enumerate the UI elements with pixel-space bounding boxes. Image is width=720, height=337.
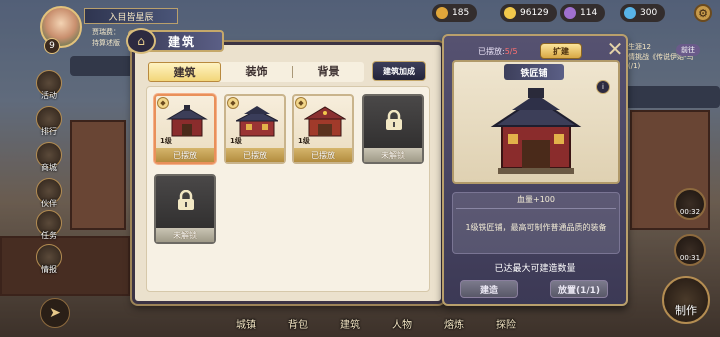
nav-character[interactable]: 人物	[382, 304, 422, 334]
building-bonus-button[interactable]: 建筑加成	[372, 61, 426, 81]
resource-value: 300	[640, 8, 658, 18]
expand-button[interactable]: 扩建	[540, 43, 582, 59]
side-menu-label: 伙伴	[41, 199, 57, 208]
side-menu-label: 任务	[41, 231, 57, 240]
category-tabs: 建筑 装饰 背景	[148, 62, 364, 82]
card-level: 1级	[298, 137, 310, 145]
resource-coin[interactable]: 185	[432, 4, 478, 22]
side-menu-label: 商城	[41, 163, 57, 172]
resource-gem[interactable]: 114	[560, 4, 606, 22]
coin-icon	[436, 7, 448, 19]
nav-explore[interactable]: 探险	[486, 304, 526, 334]
building-stat: 血量+100	[517, 195, 555, 204]
resource-gold[interactable]: 96129	[500, 4, 557, 22]
build-button[interactable]: 建造	[460, 280, 518, 298]
building-card-blacksmith[interactable]: ◆ 1级 已摆放	[154, 94, 216, 164]
queue-timer[interactable]: 00:32	[674, 188, 706, 220]
gold-icon	[504, 7, 516, 19]
place-button[interactable]: 放置(1/1)	[550, 280, 608, 298]
close-icon[interactable]: ✕	[604, 37, 626, 61]
side-menu-activity[interactable]: 活动	[34, 70, 64, 101]
back-arrow-icon[interactable]: ➤	[40, 298, 70, 328]
craft-button[interactable]: 制作	[662, 276, 710, 324]
resource-value: 96129	[520, 8, 549, 18]
side-menu-intel[interactable]: 情报	[34, 244, 64, 275]
card-status: 已摆放	[156, 148, 214, 162]
quest-line-3: (/1)	[628, 62, 641, 70]
building-art-icon	[236, 106, 278, 137]
building-card-2[interactable]: ◆ 1级 已摆放	[224, 94, 286, 164]
nav-building[interactable]: 建筑	[330, 304, 370, 334]
placed-counter: 已摆放:5/5	[478, 46, 518, 57]
player-sub-line-2: 持算述版	[92, 39, 120, 47]
building-card-3[interactable]: ◆ 1级 已摆放	[292, 94, 354, 164]
queue-timer[interactable]: 00:31	[674, 234, 706, 266]
side-menu-mail[interactable]: 商城	[34, 142, 64, 173]
tab-decoration[interactable]: 装饰	[221, 62, 292, 82]
placed-label: 已摆放:	[478, 47, 505, 56]
building-icon: ⌂	[126, 28, 156, 54]
building-name: 铁匠铺	[504, 64, 564, 80]
card-status: 未解锁	[364, 148, 422, 162]
player-name: 入目皆星辰	[84, 8, 178, 24]
gem-icon	[564, 7, 576, 19]
resource-value: 185	[452, 8, 470, 18]
info-icon[interactable]: i	[596, 80, 610, 94]
tab-background[interactable]: 背景	[293, 62, 364, 82]
resource-value: 114	[580, 8, 598, 18]
card-status: 已摆放	[226, 148, 284, 162]
building-description: 1级铁匠铺，最高可制作普通品质的装备	[465, 223, 607, 232]
side-menu-partner[interactable]: 伙伴	[34, 178, 64, 209]
tab-building[interactable]: 建筑	[148, 62, 221, 82]
building-card-locked[interactable]: 未解锁	[154, 174, 216, 244]
resource-diamond[interactable]: 300	[620, 4, 666, 22]
settings-gear-icon[interactable]: ⚙	[694, 4, 712, 22]
building-art-icon	[304, 106, 346, 137]
nav-town[interactable]: 城镇	[226, 304, 266, 334]
nav-smelt[interactable]: 熔炼	[434, 304, 474, 334]
card-status: 未解锁	[156, 228, 214, 242]
card-level: 1级	[160, 137, 172, 145]
placed-count: 5/5	[504, 47, 518, 56]
side-menu-label: 排行	[41, 127, 57, 136]
player-sub-line-1: 贾瑞费：	[92, 28, 120, 36]
side-menu-ranking[interactable]: 排行	[34, 106, 64, 137]
bottom-nav: 城镇 背包 建筑 人物 熔炼 探险	[226, 304, 526, 334]
blacksmith-building-icon	[166, 105, 208, 137]
side-menu-label: 活动	[41, 91, 57, 100]
stat-divider	[456, 208, 616, 209]
player-level-badge: 9	[44, 38, 60, 54]
building-card-locked[interactable]: 未解锁	[362, 94, 424, 164]
side-menu-task[interactable]: 任务	[34, 210, 64, 241]
blacksmith-building-large-icon	[490, 88, 582, 174]
lock-icon	[386, 110, 402, 130]
nav-bag[interactable]: 背包	[278, 304, 318, 334]
side-menu-label: 情报	[41, 265, 57, 274]
quest-go-button[interactable]: 前往	[676, 44, 700, 56]
diamond-icon	[624, 7, 636, 19]
lock-icon	[178, 190, 194, 210]
card-status: 已摆放	[294, 148, 352, 162]
max-build-note: 已达最大可建造数量	[494, 264, 576, 274]
card-level: 1级	[230, 137, 242, 145]
